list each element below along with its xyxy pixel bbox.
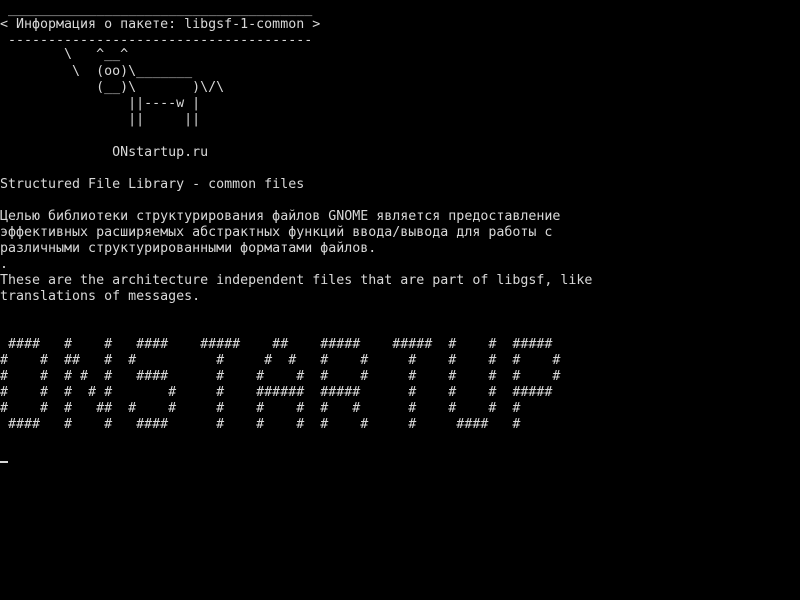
- description-ru-line: различными структурированными форматами …: [0, 241, 377, 256]
- text-cursor[interactable]: [0, 461, 8, 463]
- cow-art-line: || ||: [0, 112, 201, 127]
- cow-art-line: ||----w |: [0, 96, 201, 111]
- banner-line: # # # # # #### # # # # # # # # # #: [0, 369, 561, 384]
- cow-art-line: (__)\ )\/\: [0, 80, 225, 95]
- banner-line: # # # ## # # # # # # # # # # #: [0, 401, 521, 416]
- package-summary: Structured File Library - common files: [0, 177, 305, 192]
- description-ru-line: Целью библиотеки структурирования файлов…: [0, 209, 561, 224]
- banner-line: #### # # #### # # # # # # #### #: [0, 417, 521, 432]
- description-ru-line: эффективных расширяемых абстрактных функ…: [0, 225, 553, 240]
- description-en-line: These are the architecture independent f…: [0, 273, 593, 288]
- site-name: ONstartup.ru: [0, 145, 209, 160]
- banner-line: # # # # # # # ###### ##### # # # #####: [0, 385, 553, 400]
- cowsay-top-border: ______________________________________: [0, 2, 313, 17]
- banner-line: # # ## # # # # # # # # # # # #: [0, 353, 561, 368]
- description-en-line: translations of messages.: [0, 289, 201, 304]
- cow-art-line: \ (oo)\_______: [0, 64, 193, 79]
- description-separator: .: [0, 257, 9, 272]
- cow-art-line: \ ^__^: [0, 47, 129, 62]
- banner-line: #### # # #### ##### ## ##### ##### # # #…: [0, 337, 553, 352]
- terminal-screen: ______________________________________ <…: [0, 0, 800, 600]
- cowsay-title: < Информация о пакете: libgsf-1-common >: [0, 17, 321, 32]
